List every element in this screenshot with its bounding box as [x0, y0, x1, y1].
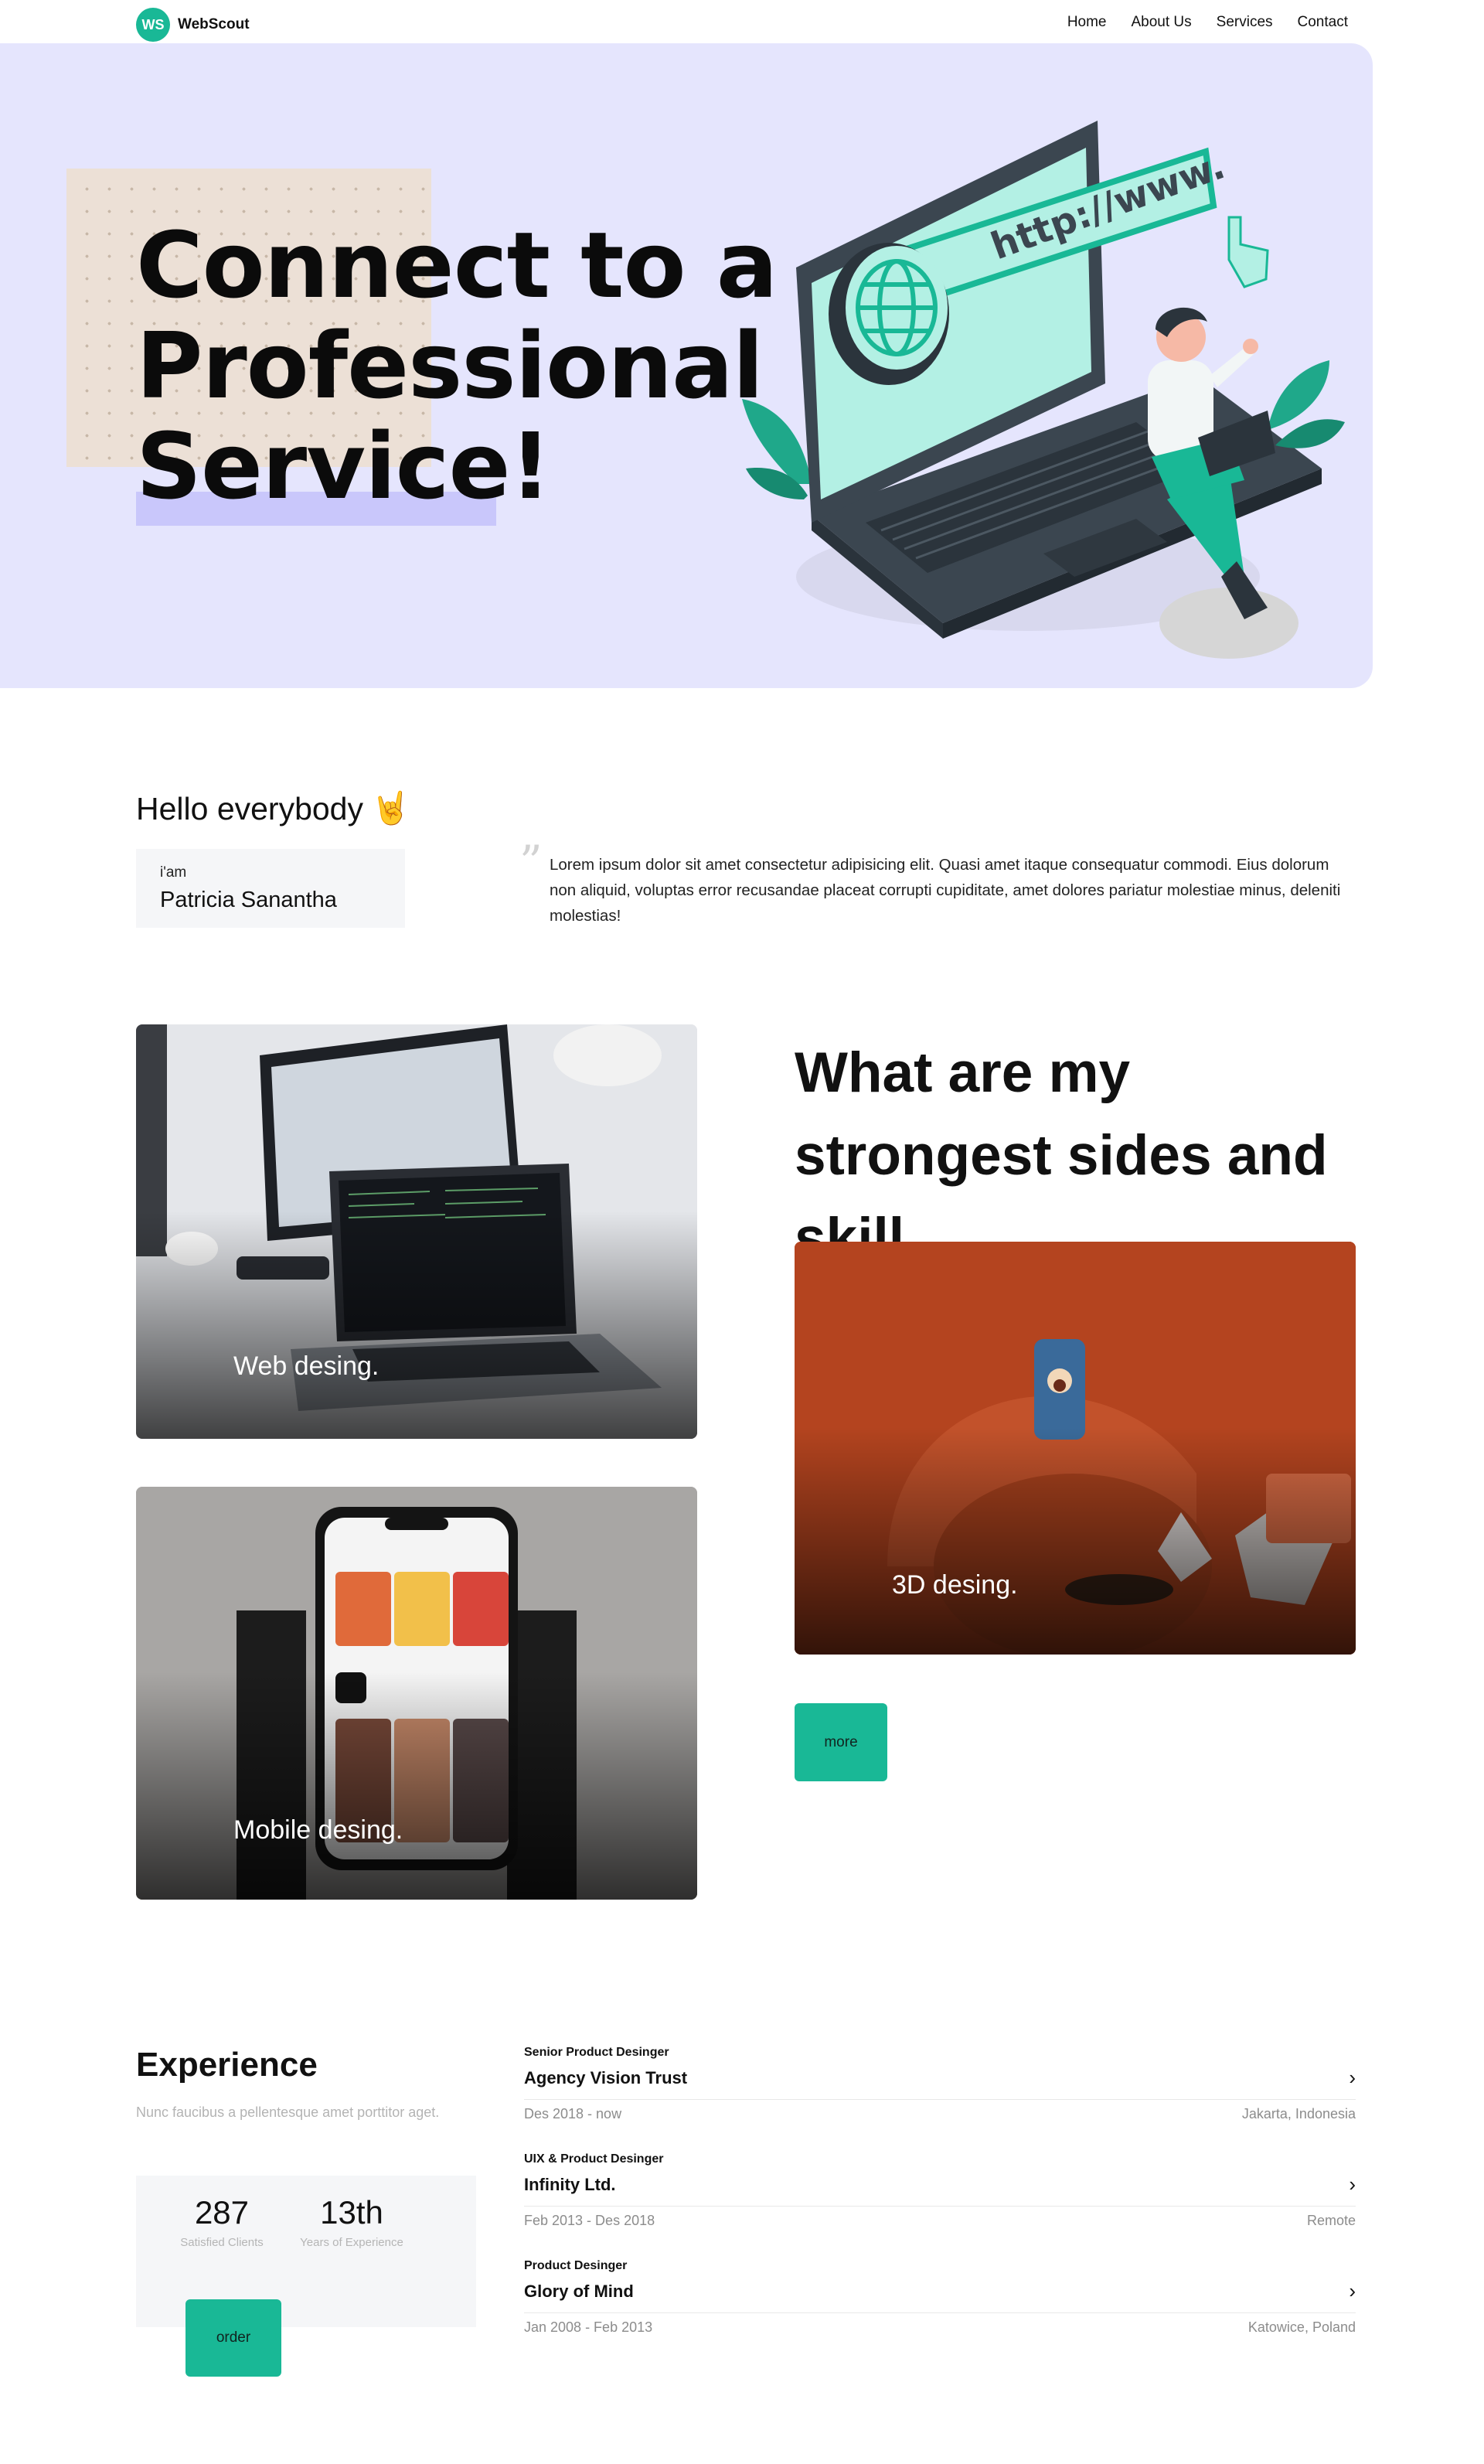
- job-role: Senior Product Desinger: [524, 2046, 669, 2059]
- chevron-right-icon[interactable]: ›: [1349, 2173, 1356, 2196]
- job-company: Agency Vision Trust: [524, 2067, 688, 2087]
- job-period: Des 2018 - now: [524, 2106, 622, 2121]
- skill-card-web[interactable]: Web desing.: [136, 1024, 697, 1439]
- job-item[interactable]: UIX & Product Desinger Infinity Ltd. › F…: [524, 2152, 1356, 2229]
- job-location: Remote: [1306, 2213, 1356, 2228]
- greeting-text: Hello everybody: [136, 790, 363, 826]
- job-period: Feb 2013 - Des 2018: [524, 2213, 655, 2228]
- card-overlay: [136, 1672, 697, 1900]
- order-button[interactable]: order: [186, 2299, 281, 2377]
- person-name: Patricia Sanantha: [160, 888, 337, 912]
- job-company: Glory of Mind: [524, 2281, 634, 2301]
- nav-home[interactable]: Home: [1067, 14, 1107, 31]
- nav-contact[interactable]: Contact: [1298, 14, 1348, 31]
- stat-years: 13th Years of Experience: [288, 2194, 416, 2249]
- logo-badge: WS: [136, 8, 170, 42]
- top-nav: WS WebScout Home About Us Services Conta…: [0, 0, 1484, 46]
- leaf-left-icon: [742, 399, 812, 499]
- laptop-illustration: http://www.: [742, 121, 1345, 659]
- chevron-right-icon[interactable]: ›: [1349, 2066, 1356, 2090]
- job-role: Product Desinger: [524, 2259, 628, 2272]
- job-location: Katowice, Poland: [1247, 2319, 1356, 2335]
- card-overlay: [795, 1427, 1356, 1655]
- job-row: Glory of Mind ›: [524, 2279, 1356, 2313]
- skill-card-3d[interactable]: 3D desing.: [795, 1242, 1356, 1655]
- job-meta: Feb 2013 - Des 2018 Remote: [524, 2213, 1356, 2229]
- job-row: Agency Vision Trust ›: [524, 2066, 1356, 2100]
- stat-clients: 287 Satisfied Clients: [165, 2194, 278, 2249]
- chevron-right-icon[interactable]: ›: [1349, 2279, 1356, 2303]
- skill-label-mobile: Mobile desing.: [233, 1815, 403, 1845]
- job-meta: Jan 2008 - Feb 2013 Katowice, Poland: [524, 2319, 1356, 2336]
- rock-hand-icon: 🤘: [371, 790, 411, 826]
- job-row: Infinity Ltd. ›: [524, 2173, 1356, 2207]
- hero-title: Connect to a Professional Service!: [136, 215, 832, 516]
- iam-label: i'am: [160, 864, 187, 881]
- logo-text: WebScout: [178, 16, 250, 32]
- hero-section: Connect to a Professional Service! http:…: [0, 43, 1373, 688]
- job-role: UIX & Product Desinger: [524, 2152, 664, 2166]
- card-overlay: [136, 1211, 697, 1439]
- nav-about-us[interactable]: About Us: [1132, 14, 1192, 31]
- job-item[interactable]: Product Desinger Glory of Mind › Jan 200…: [524, 2259, 1356, 2336]
- greeting-heading: Hello everybody 🤘: [136, 790, 410, 827]
- hero-title-line-3: Service!: [136, 413, 551, 520]
- job-company: Infinity Ltd.: [524, 2174, 616, 2194]
- intro-paragraph: Lorem ipsum dolor sit amet consectetur a…: [550, 856, 1341, 925]
- stat-label: Years of Experience: [300, 2236, 403, 2249]
- job-meta: Des 2018 - now Jakarta, Indonesia: [524, 2106, 1356, 2122]
- leaf-right-icon: [1268, 360, 1345, 448]
- job-item[interactable]: Senior Product Desinger Agency Vision Tr…: [524, 2046, 1356, 2122]
- stat-value: 287: [194, 2194, 250, 2231]
- quote-icon: ”: [519, 836, 543, 888]
- job-location: Jakarta, Indonesia: [1241, 2106, 1356, 2121]
- job-period: Jan 2008 - Feb 2013: [524, 2319, 653, 2335]
- stat-value: 13th: [320, 2194, 383, 2231]
- hero-title-line-1: Connect to a: [136, 212, 778, 319]
- skill-label-web: Web desing.: [233, 1351, 380, 1381]
- main-menu: Home About Us Services Contact: [1067, 14, 1348, 31]
- skill-card-mobile[interactable]: Mobile desing.: [136, 1487, 697, 1900]
- experience-heading: Experience: [136, 2046, 318, 2084]
- logo[interactable]: WS WebScout: [136, 8, 250, 42]
- pointer-hand-icon: [1227, 216, 1269, 288]
- more-button[interactable]: more: [795, 1703, 887, 1781]
- name-card: i'am Patricia Sanantha: [136, 849, 405, 928]
- nav-services[interactable]: Services: [1217, 14, 1273, 31]
- skill-label-3d: 3D desing.: [892, 1570, 1018, 1600]
- experience-subtitle: Nunc faucibus a pellentesque amet portti…: [136, 2104, 440, 2120]
- stat-label: Satisfied Clients: [180, 2236, 264, 2249]
- hero-title-line-2: Professional: [136, 312, 764, 419]
